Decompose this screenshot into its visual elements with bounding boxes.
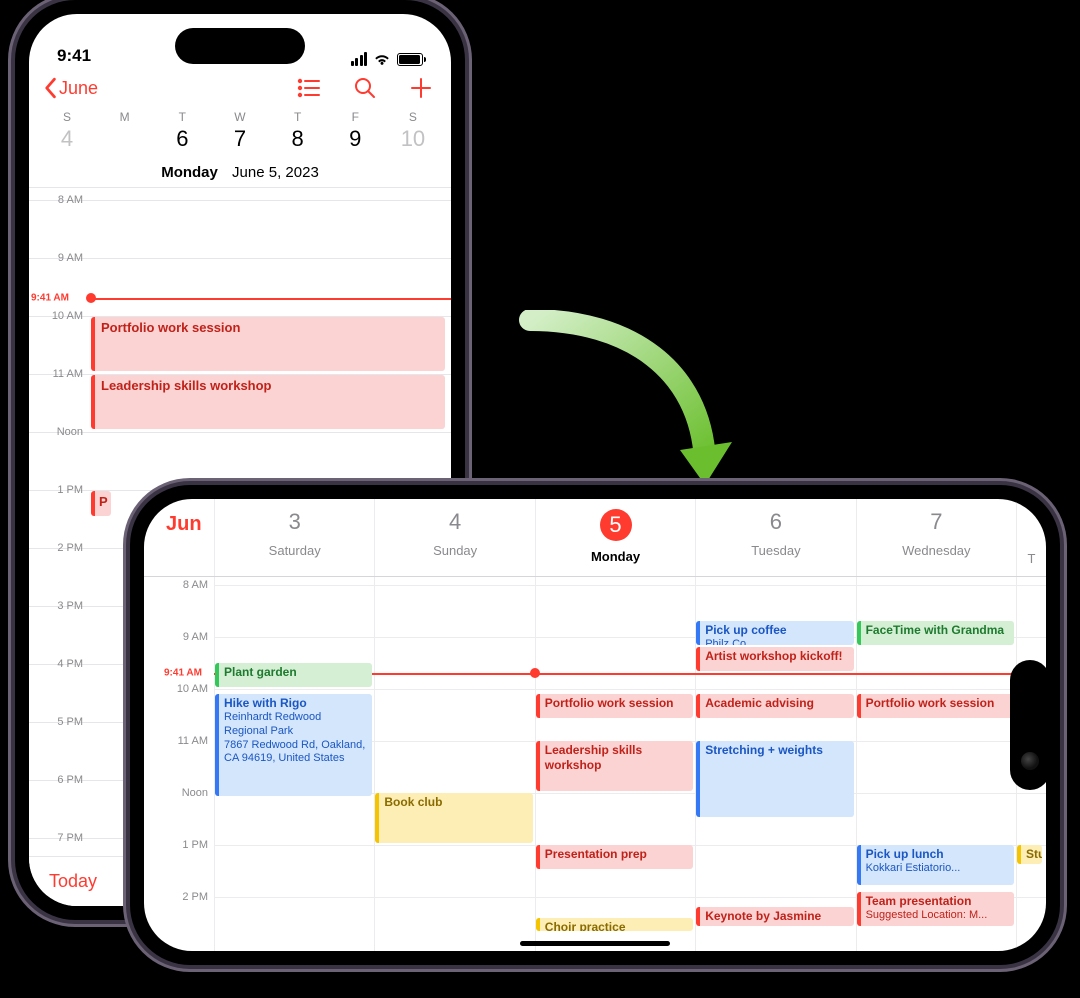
dynamic-island: [175, 28, 305, 64]
hour-label: 4 PM: [33, 658, 83, 670]
hour-label: 5 PM: [33, 716, 83, 728]
calendar-event[interactable]: Presentation prep: [536, 845, 693, 869]
calendar-event[interactable]: Book club: [375, 793, 532, 843]
now-indicator: 9:41 AM: [29, 292, 71, 303]
rotation-arrow: [510, 310, 740, 500]
day-num[interactable]: 8: [278, 124, 318, 154]
phone-landscape-frame: Jun 3 Saturday 4 Sunday 5 Monday 6 Tuesd…: [130, 485, 1060, 965]
back-button[interactable]: June: [43, 77, 98, 99]
date-line: Monday June 5, 2023: [29, 154, 451, 188]
nav-bar: June: [29, 68, 451, 104]
wifi-icon: [373, 52, 391, 66]
dow: F: [335, 110, 375, 124]
hour-label: 6 PM: [33, 774, 83, 786]
chevron-left-icon: [43, 77, 57, 99]
now-indicator: 9:41 AM: [164, 667, 202, 678]
week-header-landscape: Jun 3 Saturday 4 Sunday 5 Monday 6 Tuesd…: [144, 499, 1046, 577]
landscape-screen: Jun 3 Saturday 4 Sunday 5 Monday 6 Tuesd…: [144, 499, 1046, 951]
search-button[interactable]: [353, 76, 377, 100]
hour-label: Noon: [144, 787, 208, 799]
calendar-event[interactable]: Plant garden: [215, 663, 372, 687]
week-header: S M T W T F S 4 5 6 7 8 9 10: [29, 104, 451, 154]
day-col-header-selected[interactable]: 5 Monday: [535, 499, 695, 576]
calendar-event[interactable]: Portfolio work session: [857, 694, 1014, 718]
calendar-event[interactable]: Academic advising: [696, 694, 853, 718]
day-num-selected[interactable]: 5: [105, 124, 145, 154]
hour-label: 7 PM: [33, 832, 83, 844]
day-col-header[interactable]: 7 Wednesday: [856, 499, 1016, 576]
hour-label: 8 AM: [144, 579, 208, 591]
month-label[interactable]: Jun: [144, 499, 214, 576]
calendar-event[interactable]: P: [91, 491, 111, 516]
dow: T: [278, 110, 318, 124]
day-num[interactable]: 6: [162, 124, 202, 154]
battery-icon: [397, 53, 423, 66]
day-num[interactable]: 9: [335, 124, 375, 154]
hour-label: 3 PM: [33, 600, 83, 612]
date-full: June 5, 2023: [232, 164, 319, 181]
list-view-button[interactable]: [297, 76, 321, 100]
hour-label: 2 PM: [144, 891, 208, 903]
hour-label: 10 AM: [33, 310, 83, 322]
week-timeline[interactable]: 8 AM 9 AM 10 AM 11 AM Noon 1 PM 2 PM 9:41 AM Pla…: [144, 577, 1046, 951]
dow: T: [162, 110, 202, 124]
add-event-button[interactable]: [409, 76, 433, 100]
dow: S: [393, 110, 433, 124]
dow: S: [47, 110, 87, 124]
day-num[interactable]: 4: [47, 124, 87, 154]
calendar-event[interactable]: Student: [1017, 845, 1042, 864]
hour-label: 9 AM: [144, 631, 208, 643]
calendar-event[interactable]: Leadership skills workshop: [536, 741, 693, 791]
day-col-header[interactable]: 6 Tuesday: [695, 499, 855, 576]
day-col-header[interactable]: T: [1016, 499, 1046, 576]
status-time: 9:41: [57, 46, 91, 66]
home-indicator[interactable]: [520, 941, 670, 946]
date-weekday: Monday: [161, 164, 218, 181]
calendar-event[interactable]: Pick up coffeePhilz Co...: [696, 621, 853, 645]
day-num[interactable]: 7: [220, 124, 260, 154]
cellular-icon: [351, 52, 368, 66]
calendar-event[interactable]: Stretching + weights: [696, 741, 853, 817]
hour-label: 2 PM: [33, 542, 83, 554]
calendar-event[interactable]: Hike with RigoReinhardt Redwood Regional…: [215, 694, 372, 796]
calendar-event[interactable]: Portfolio work session: [536, 694, 693, 718]
hour-label: 10 AM: [144, 683, 208, 695]
calendar-event[interactable]: Portfolio work session: [91, 317, 445, 371]
calendar-event[interactable]: Team presentationSuggested Location: M..…: [857, 892, 1014, 926]
dow: M: [105, 110, 145, 124]
dow: W: [220, 110, 260, 124]
hour-label: 8 AM: [33, 194, 83, 206]
hour-label: 9 AM: [33, 252, 83, 264]
dynamic-island: [1010, 660, 1046, 790]
calendar-event[interactable]: Keynote by Jasmine: [696, 907, 853, 926]
hour-label: 1 PM: [144, 839, 208, 851]
hour-label: 11 AM: [144, 735, 208, 747]
back-label: June: [59, 78, 98, 99]
calendar-event[interactable]: FaceTime with Grandma: [857, 621, 1014, 645]
calendar-event[interactable]: Pick up lunchKokkari Estiatorio...: [857, 845, 1014, 885]
day-num[interactable]: 10: [393, 124, 433, 154]
calendar-event[interactable]: Artist workshop kickoff!: [696, 647, 853, 671]
today-button[interactable]: Today: [49, 871, 97, 891]
day-col-header[interactable]: 3 Saturday: [214, 499, 374, 576]
hour-label: Noon: [33, 426, 83, 438]
day-col-header[interactable]: 4 Sunday: [374, 499, 534, 576]
hour-label: 11 AM: [33, 368, 83, 380]
hour-label: 1 PM: [33, 484, 83, 496]
calendar-event[interactable]: Choir practice: [536, 918, 693, 932]
calendar-event[interactable]: Leadership skills workshop: [91, 375, 445, 429]
